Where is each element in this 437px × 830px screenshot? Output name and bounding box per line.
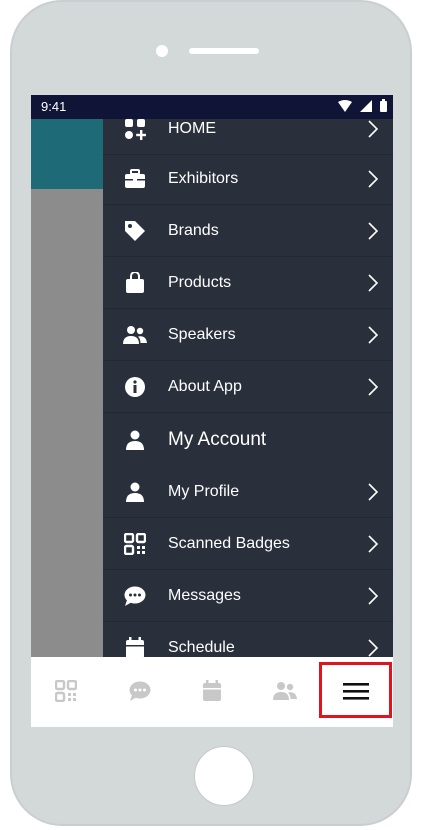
drawer-item-label: Exhibitors xyxy=(168,169,239,187)
earpiece-speaker xyxy=(189,48,259,54)
briefcase-icon xyxy=(123,167,147,191)
front-camera xyxy=(156,45,168,57)
tag-icon xyxy=(123,219,147,243)
tab-messages[interactable] xyxy=(120,671,160,711)
chevron-right-icon xyxy=(368,325,379,344)
home-button[interactable] xyxy=(194,746,254,806)
status-icons xyxy=(338,99,387,112)
wifi-icon xyxy=(338,99,352,112)
drawer-item-schedule[interactable]: Schedule xyxy=(103,622,393,657)
chevron-right-icon xyxy=(368,586,379,605)
info-icon xyxy=(123,375,147,399)
status-time: 9:41 xyxy=(41,99,67,114)
users-icon xyxy=(123,323,147,347)
drawer-item-speakers[interactable]: Speakers xyxy=(103,309,393,361)
tab-badges[interactable] xyxy=(46,671,86,711)
qr-code-icon xyxy=(55,680,77,702)
user-icon xyxy=(123,428,147,452)
qr-code-icon xyxy=(123,532,147,556)
calendar-icon xyxy=(203,680,221,701)
chevron-right-icon xyxy=(368,638,379,657)
drawer-item-my-profile[interactable]: My Profile xyxy=(103,466,393,518)
signal-icon xyxy=(360,99,372,112)
chat-icon xyxy=(129,681,151,701)
chat-icon xyxy=(123,584,147,608)
tab-speakers[interactable] xyxy=(265,671,305,711)
hamburger-menu-icon xyxy=(343,683,369,700)
user-icon xyxy=(123,480,147,504)
drawer-item-messages[interactable]: Messages xyxy=(103,570,393,622)
bottom-tab-bar xyxy=(31,657,393,727)
chevron-right-icon xyxy=(368,273,379,292)
drawer-item-label: Schedule xyxy=(168,638,235,656)
navigation-drawer: HOME Exhibitors Brands Products Speakers… xyxy=(103,119,393,657)
tab-menu[interactable] xyxy=(336,671,376,711)
drawer-item-products[interactable]: Products xyxy=(103,257,393,309)
chevron-right-icon xyxy=(368,534,379,553)
drawer-item-label: Brands xyxy=(168,221,219,239)
chevron-right-icon xyxy=(368,169,379,188)
chevron-right-icon xyxy=(368,221,379,240)
drawer-item-brands[interactable]: Brands xyxy=(103,205,393,257)
drawer-item-about-app[interactable]: About App xyxy=(103,361,393,413)
chevron-right-icon xyxy=(368,377,379,396)
tab-schedule[interactable] xyxy=(192,671,232,711)
calendar-icon xyxy=(123,636,147,657)
shopping-bag-icon xyxy=(123,271,147,295)
drawer-item-label: HOME xyxy=(168,119,216,137)
app-screen: 9:41 HOME Exhibitors Brands Products Spe… xyxy=(31,95,393,727)
drawer-item-label: Speakers xyxy=(168,325,236,343)
app-header-background xyxy=(31,119,103,189)
battery-icon xyxy=(380,99,387,112)
section-title: My Account xyxy=(168,429,267,450)
apps-add-icon xyxy=(123,119,147,141)
drawer-item-home[interactable]: HOME xyxy=(103,119,393,155)
section-my-account: My Account xyxy=(103,414,393,466)
screen-overlay[interactable] xyxy=(31,189,103,657)
chevron-right-icon xyxy=(368,119,379,138)
users-icon xyxy=(273,682,297,700)
drawer-item-label: Products xyxy=(168,273,232,291)
drawer-item-label: Scanned Badges xyxy=(168,534,290,552)
drawer-item-scanned-badges[interactable]: Scanned Badges xyxy=(103,518,393,570)
drawer-item-label: About App xyxy=(168,377,242,395)
drawer-item-label: My Profile xyxy=(168,482,240,500)
drawer-item-label: Messages xyxy=(168,586,241,604)
drawer-item-exhibitors[interactable]: Exhibitors xyxy=(103,153,393,205)
chevron-right-icon xyxy=(368,482,379,501)
status-bar: 9:41 xyxy=(31,95,393,119)
